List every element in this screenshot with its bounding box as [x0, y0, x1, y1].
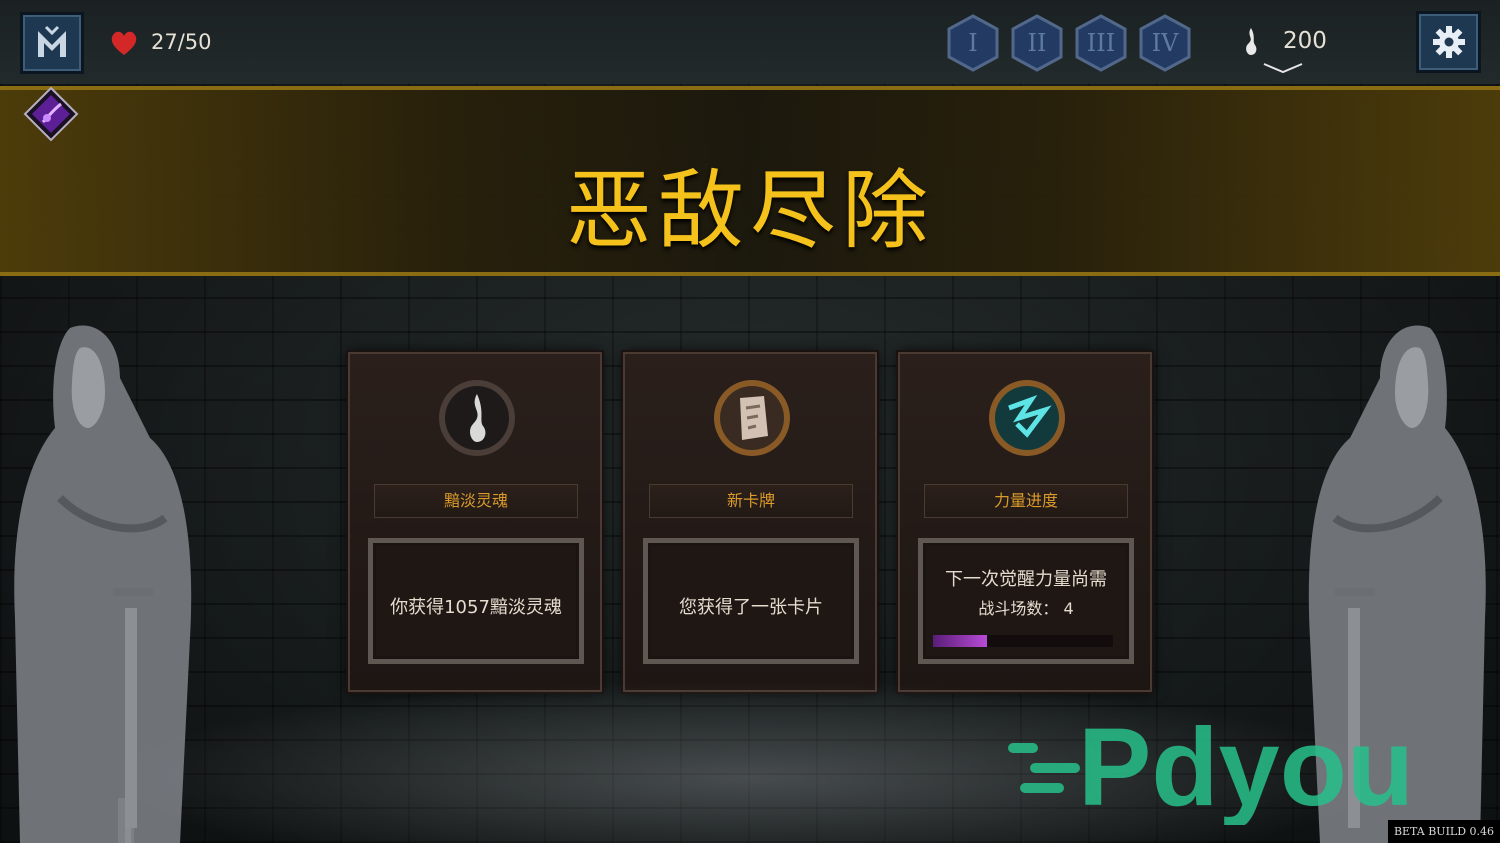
reward-card-new-card: 新卡牌 您获得了一张卡片	[623, 352, 877, 692]
watermark-text: Pdyou	[1078, 706, 1414, 825]
soul-counter: 200	[1283, 28, 1327, 54]
gear-icon	[1432, 26, 1465, 58]
reward-text-line2: 战斗场数： 4	[978, 599, 1074, 618]
health-counter: 27/50	[151, 30, 212, 54]
act-button-1[interactable]: I	[946, 14, 1000, 72]
banner-title: 恶敌尽除	[566, 161, 934, 261]
build-label: BETA BUILD 0.46	[1388, 820, 1500, 843]
reward-label: 新卡牌	[649, 484, 853, 518]
reward-label: 力量进度	[924, 484, 1128, 518]
purple-relic-icon[interactable]	[23, 86, 79, 142]
card-icon	[714, 380, 790, 456]
act-button-3[interactable]: III	[1074, 14, 1128, 72]
top-hud: 27/50 I II III IV 200	[0, 0, 1500, 84]
watermark-logo: Pdyou	[1008, 706, 1414, 825]
reward-card-power-progress: 力量进度 下一次觉醒力量尚需 战斗场数： 4	[898, 352, 1152, 692]
reward-label: 黯淡灵魂	[374, 484, 578, 518]
reward-text: 你获得1057黯淡灵魂	[390, 597, 562, 618]
reward-description: 下一次觉醒力量尚需 战斗场数： 4	[918, 538, 1134, 664]
chevron-down-icon[interactable]	[1262, 62, 1304, 74]
reward-text-line1: 下一次觉醒力量尚需	[945, 569, 1107, 590]
power-progress-fill	[933, 635, 987, 647]
reward-text: 您获得了一张卡片	[679, 597, 823, 618]
emblem-icon	[38, 25, 66, 57]
reward-card-souls: 黯淡灵魂 你获得1057黯淡灵魂	[348, 352, 602, 692]
act-selector: I II III IV	[946, 14, 1192, 72]
act-button-2[interactable]: II	[1010, 14, 1064, 72]
reward-description: 您获得了一张卡片	[643, 538, 859, 664]
soul-flame-icon	[439, 380, 515, 456]
soul-flame-icon	[1246, 28, 1257, 55]
menu-emblem-button[interactable]	[20, 12, 84, 74]
settings-button[interactable]	[1416, 11, 1481, 73]
victory-banner: 恶敌尽除	[0, 86, 1500, 276]
heart-icon	[111, 31, 137, 55]
act-button-4[interactable]: IV	[1138, 14, 1192, 72]
reward-description: 你获得1057黯淡灵魂	[368, 538, 584, 664]
power-progress-bar	[933, 635, 1113, 647]
power-rune-icon	[989, 380, 1065, 456]
